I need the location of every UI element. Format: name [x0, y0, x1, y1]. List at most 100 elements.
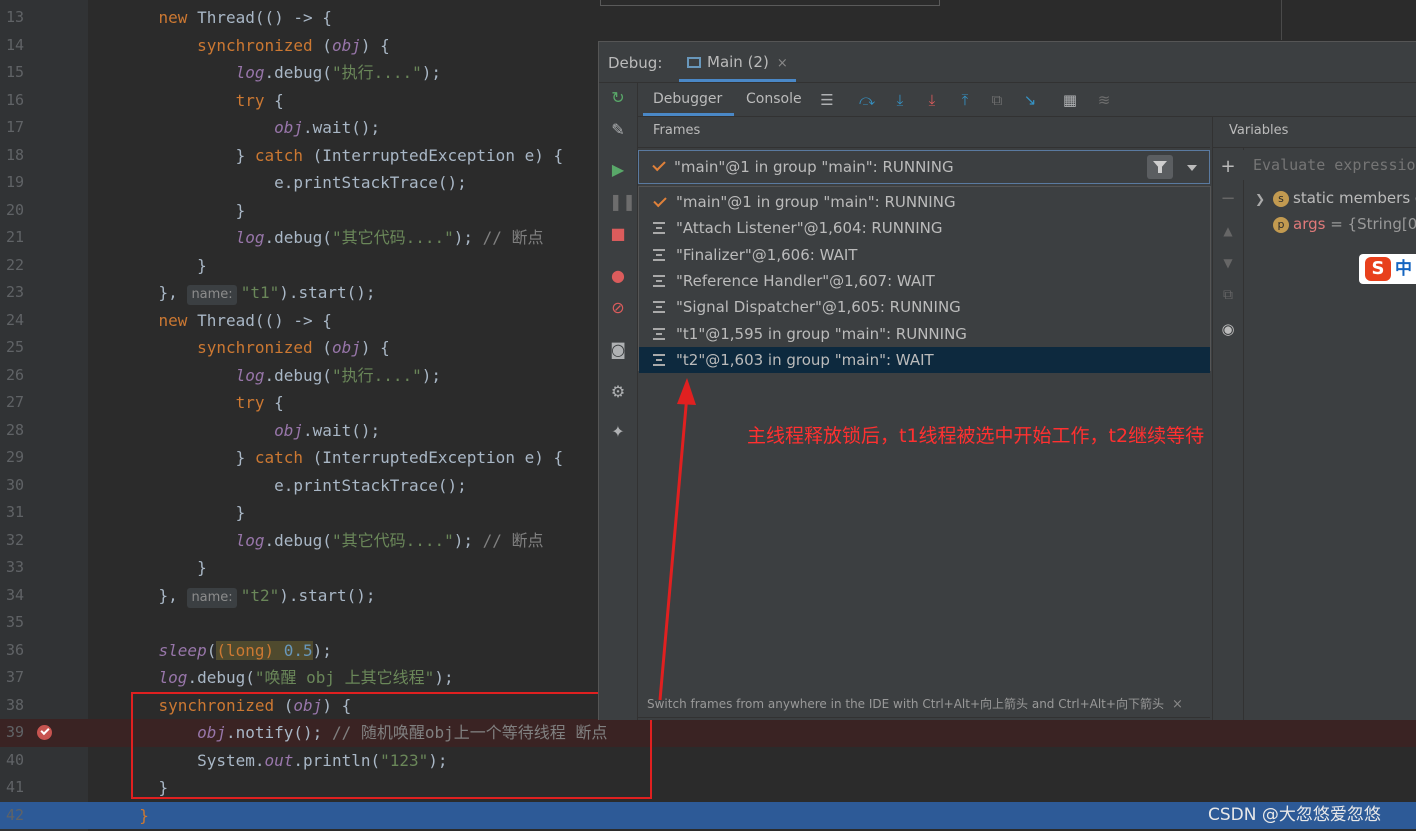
thread-selector[interactable]: "main"@1 in group "main": RUNNING [638, 150, 1210, 184]
code-token: ); [434, 668, 454, 687]
code-token: } [235, 448, 255, 467]
thread-item[interactable]: "Finalizer"@1,606: WAIT [639, 242, 1210, 268]
code-text: log.debug("其它代码...."); // 断点 [120, 527, 544, 555]
code-text: } [120, 499, 246, 527]
trace-icon[interactable]: ≋ [1095, 91, 1113, 109]
code-text: log.debug("执行...."); [120, 59, 441, 87]
tab-console[interactable]: Console [746, 83, 802, 116]
pin-icon[interactable]: ✦ [609, 423, 627, 441]
variable-row-args[interactable]: pargs = {String[0]@ [1255, 212, 1416, 236]
hamburger-icon[interactable]: ☰ [818, 91, 836, 109]
close-icon[interactable]: × [777, 56, 788, 71]
move-down-icon[interactable]: ▼ [1219, 254, 1237, 272]
code-text: try { [120, 87, 284, 115]
ime-indicator[interactable]: S 中 [1359, 254, 1416, 284]
code-line[interactable]: 13 new Thread(() -> { [0, 4, 1416, 32]
code-text: } [120, 252, 207, 280]
force-step-into-icon[interactable]: ⤓ [923, 91, 941, 109]
code-token: log [235, 530, 265, 550]
thread-icon [653, 222, 665, 235]
code-token: .wait(); [303, 118, 381, 137]
code-token: ) { [360, 35, 390, 55]
step-into-icon[interactable]: ⤓ [891, 91, 909, 109]
move-up-icon[interactable]: ▲ [1219, 222, 1237, 240]
code-token: try [235, 90, 275, 110]
mute-breakpoints-icon[interactable]: ⊘ [609, 299, 627, 317]
code-token: ).start(); [279, 585, 376, 605]
application-icon [687, 57, 701, 68]
filter-icon[interactable] [1147, 155, 1173, 179]
thread-item[interactable]: "Attach Listener"@1,604: RUNNING [639, 215, 1210, 241]
stop-icon[interactable]: ■ [609, 225, 627, 243]
run-to-cursor-icon[interactable]: ↘ [1021, 91, 1039, 109]
wrench-icon[interactable]: ✎ [609, 121, 627, 139]
code-text: obj.wait(); [120, 417, 380, 445]
code-text: } catch (InterruptedException e) { [120, 444, 564, 472]
expand-arrow-icon[interactable]: ❯ [1255, 187, 1269, 211]
line-number: 19 [5, 173, 24, 191]
thread-icon [653, 353, 665, 366]
code-token: Thread(() -> { [197, 310, 332, 330]
settings-icon[interactable]: ⚙ [609, 383, 627, 401]
remove-icon[interactable]: − [1219, 190, 1237, 208]
variable-row-static[interactable]: ❯ s static members of [1255, 186, 1416, 210]
evaluate-expression-input[interactable] [1243, 150, 1416, 180]
code-token: "其它代码...." [331, 530, 454, 550]
resume-icon[interactable]: ▶ [609, 161, 627, 179]
code-token: .debug( [187, 668, 255, 687]
thread-item-label: "Signal Dispatcher"@1,605: RUNNING [676, 298, 961, 317]
variables-header: Variables [1212, 117, 1416, 148]
thread-item[interactable]: "main"@1 in group "main": RUNNING [639, 189, 1210, 215]
code-token: }, [158, 585, 188, 605]
thread-dropdown-list: "main"@1 in group "main": RUNNING "Attach… [638, 186, 1211, 374]
view-breakpoints-icon[interactable]: ● [609, 267, 627, 285]
close-icon[interactable]: × [1172, 697, 1183, 712]
code-text: e.printStackTrace(); [120, 472, 467, 500]
switch-frames-hint-text: Switch frames from anywhere in the IDE w… [647, 697, 1164, 711]
variables-title: Variables [1229, 123, 1289, 138]
code-token: obj [274, 118, 304, 137]
rerun-icon[interactable]: ↻ [609, 89, 627, 107]
copy-icon[interactable]: ⧉ [1219, 286, 1237, 304]
code-token: "唤醒 obj 上其它线程" [254, 668, 435, 687]
code-text: } [120, 197, 246, 225]
tab-main[interactable]: Main (2) × [679, 42, 796, 82]
thread-item[interactable]: "t2"@1,603 in group "main": WAIT [639, 346, 1210, 374]
drop-frame-icon[interactable]: ⧉ [988, 91, 1006, 109]
code-token: obj [331, 35, 361, 55]
line-number: 32 [5, 530, 24, 549]
chevron-down-icon[interactable] [1187, 165, 1197, 171]
add-icon[interactable]: + [1219, 158, 1237, 176]
thread-item[interactable]: "t1"@1,595 in group "main": RUNNING [639, 321, 1210, 347]
tab-debugger[interactable]: Debugger [642, 83, 735, 116]
thread-icon [653, 248, 665, 261]
code-token: synchronized [197, 35, 323, 55]
code-token: try [235, 393, 275, 412]
code-text: try { [120, 389, 284, 417]
pause-icon[interactable]: ❚❚ [609, 193, 636, 211]
thread-item[interactable]: "Reference Handler"@1,607: WAIT [639, 268, 1210, 294]
divider [638, 717, 1210, 718]
code-text: new Thread(() -> { [120, 4, 332, 32]
thread-item[interactable]: "Signal Dispatcher"@1,605: RUNNING [639, 294, 1210, 320]
line-number: 34 [5, 585, 24, 604]
step-out-icon[interactable]: ⤒ [956, 91, 974, 109]
code-token: catch [254, 145, 313, 165]
eye-icon[interactable]: ◉ [1219, 320, 1237, 338]
code-token: new [158, 8, 198, 27]
code-line[interactable]: 42 } [0, 801, 1416, 829]
line-number: 31 [5, 503, 24, 521]
code-text: }, name: "t2").start(); [120, 582, 376, 610]
code-token: ).start(); [279, 283, 376, 302]
camera-icon[interactable]: ◙ [609, 341, 627, 359]
line-number: 17 [5, 118, 24, 136]
code-text: e.printStackTrace(); [120, 169, 467, 197]
thread-item-label: "t1"@1,595 in group "main": RUNNING [676, 324, 967, 343]
annotation-text: 主线程释放锁后，t1线程被选中开始工作，t2继续等待 [747, 425, 1205, 447]
step-over-icon[interactable]: ⤼ [858, 91, 876, 109]
evaluate-icon[interactable]: ▦ [1061, 91, 1079, 109]
code-token: ) { [360, 338, 390, 357]
code-token: obj [274, 420, 304, 440]
code-token: .debug( [264, 63, 332, 82]
breakpoint-icon[interactable] [37, 725, 52, 740]
